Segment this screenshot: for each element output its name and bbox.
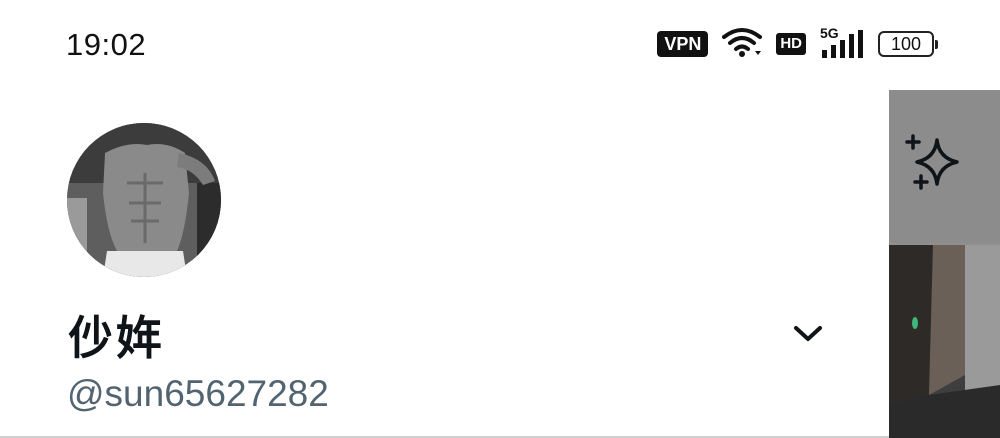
- battery-level: 100: [890, 33, 922, 54]
- account-switch-button[interactable]: [786, 318, 830, 354]
- user-handle: @sun65627282: [67, 373, 329, 414]
- display-name[interactable]: 仯姩: [68, 302, 164, 368]
- sparkle-area: [889, 90, 1000, 243]
- chevron-down-icon: [793, 324, 823, 349]
- background-content[interactable]: [889, 90, 1000, 438]
- status-icons: VPN HD 5G 100: [657, 25, 938, 62]
- status-time: 19:02: [66, 27, 147, 62]
- signal-icon: 5G: [820, 25, 864, 60]
- vpn-badge: VPN: [657, 31, 709, 57]
- status-bar: 19:02 VPN HD 5G 100: [0, 0, 1000, 90]
- avatar[interactable]: [67, 123, 221, 277]
- battery-icon: 100: [878, 31, 938, 57]
- hd-badge: HD: [776, 33, 806, 55]
- media-thumbnail[interactable]: [889, 245, 1000, 438]
- sparkle-icon: [899, 134, 969, 204]
- sparkle-button[interactable]: [899, 130, 969, 200]
- wifi-icon: [722, 27, 763, 62]
